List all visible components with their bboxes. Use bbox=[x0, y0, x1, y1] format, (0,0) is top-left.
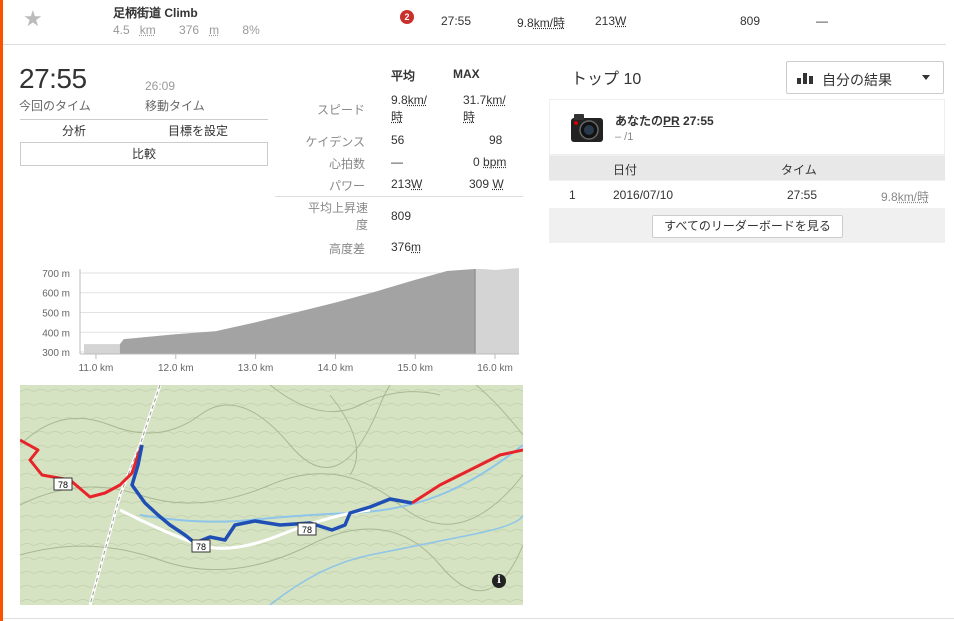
leaderboard-row[interactable]: 1 2016/07/10 27:55 9.8km/時 bbox=[549, 181, 945, 208]
stat-avg-hr: — bbox=[391, 155, 403, 169]
segment-row[interactable]: ★ 足柄街道 Climb 4.5 km 376 m 8% 2 27:55 9.8km… bbox=[3, 0, 946, 45]
stat-avg-speed: 9.8km/時 bbox=[391, 93, 428, 124]
stat-label-hr: 心拍数 bbox=[328, 157, 365, 171]
stats-head-avg: 平均 bbox=[391, 69, 416, 83]
segment-power: 213W bbox=[595, 14, 627, 28]
road-sign-78: 78 bbox=[58, 480, 68, 490]
stat-elev: 376m bbox=[391, 240, 422, 254]
stat-label-elev: 高度差 bbox=[328, 242, 365, 256]
y-tick-label: 600 m bbox=[42, 289, 70, 300]
y-tick-label: 300 m bbox=[42, 348, 70, 359]
view-all-leaderboards-button[interactable]: すべてのリーダーボードを見る bbox=[652, 215, 843, 238]
segment-time: 27:55 bbox=[441, 14, 472, 28]
moving-time-label: 移動タイム bbox=[145, 99, 205, 113]
segment-speed: 9.8km/時 bbox=[517, 16, 566, 30]
row-time: 27:55 bbox=[787, 188, 818, 202]
stat-label-speed: スピード bbox=[316, 103, 365, 117]
map-canvas[interactable]: 78 78 78 bbox=[20, 385, 523, 605]
row-speed: 9.8km/時 bbox=[881, 190, 930, 204]
segment-map[interactable]: 78 78 78 i bbox=[20, 385, 523, 605]
stat-max-cadence: 98 bbox=[489, 133, 503, 147]
bar-chart-icon bbox=[797, 73, 813, 84]
leaderboard-filter-dropdown[interactable]: 自分の結果 bbox=[786, 61, 944, 94]
segment-vam: 809 bbox=[740, 14, 761, 28]
star-icon[interactable]: ★ bbox=[23, 6, 43, 32]
leaderboard-header: 日付 タイム bbox=[549, 156, 945, 180]
segment-summary: 4.5 km 376 m 8% bbox=[113, 23, 270, 37]
elevation-chart[interactable]: 700 m 600 m 500 m 400 m 300 m 11.0 km 12.0 km 1… bbox=[20, 265, 523, 377]
segment-hr: — bbox=[816, 14, 828, 28]
road-sign-78-c: 78 bbox=[302, 525, 312, 535]
x-tick-label: 12.0 km bbox=[158, 363, 194, 374]
y-tick-label: 400 m bbox=[42, 328, 70, 339]
stat-vam: 809 bbox=[391, 209, 412, 223]
col-time: タイム bbox=[781, 163, 817, 177]
y-tick-label: 500 m bbox=[42, 308, 70, 319]
segment-name[interactable]: 足柄街道 Climb bbox=[113, 4, 198, 21]
stat-label-power: パワー bbox=[328, 179, 365, 193]
stat-label-cadence: ケイデンス bbox=[305, 135, 365, 149]
elapsed-time: 27:55 bbox=[19, 63, 87, 94]
elapsed-time-label: 今回のタイム bbox=[19, 99, 91, 113]
analysis-button[interactable]: 分析 bbox=[20, 119, 128, 141]
page-divider bbox=[3, 618, 954, 619]
x-tick-label: 16.0 km bbox=[477, 363, 513, 374]
x-tick-label: 15.0 km bbox=[397, 363, 433, 374]
selected-row-indicator bbox=[0, 0, 3, 621]
elevation-area-segment bbox=[119, 269, 476, 354]
stat-label-vam: 平均上昇速度 bbox=[307, 201, 368, 232]
road-sign-78-b: 78 bbox=[196, 542, 206, 552]
segment-effort-page: ★ 足柄街道 Climb 4.5 km 376 m 8% 2 27:55 9.8km… bbox=[0, 0, 954, 621]
row-rank: 1 bbox=[569, 188, 576, 202]
col-date: 日付 bbox=[613, 163, 638, 177]
pr-subtitle: – /1 bbox=[615, 131, 634, 143]
compare-button[interactable]: 比較 bbox=[20, 142, 268, 166]
top10-title: トップ 10 bbox=[571, 71, 642, 88]
stat-max-speed: 31.7km/時 bbox=[463, 93, 506, 124]
stats-divider bbox=[275, 196, 523, 197]
pr-summary: あなたのPR 27:55 – /1 bbox=[549, 99, 945, 155]
y-tick-label: 700 m bbox=[42, 269, 70, 280]
chevron-down-icon bbox=[922, 75, 930, 80]
camera-avatar-icon[interactable] bbox=[570, 112, 604, 144]
segment-distance: 4.5 bbox=[113, 23, 130, 37]
segment-elev-gain: 376 bbox=[179, 23, 200, 37]
stat-avg-cadence: 56 bbox=[391, 133, 405, 147]
info-icon[interactable]: i bbox=[492, 574, 506, 588]
segment-grade: 8% bbox=[242, 23, 260, 37]
moving-time: 26:09 bbox=[145, 79, 176, 93]
stat-avg-power: 213W bbox=[391, 177, 423, 191]
distance-unit: km bbox=[139, 23, 156, 37]
stat-max-hr: 0 bpm bbox=[473, 155, 507, 169]
rank-badge: 2 bbox=[400, 10, 414, 24]
pr-title: あなたのPR 27:55 bbox=[615, 114, 714, 128]
x-tick-label: 11.0 km bbox=[79, 363, 114, 374]
stat-max-power: 309 W bbox=[469, 177, 504, 191]
set-goal-button[interactable]: 目標を設定 bbox=[128, 119, 268, 141]
stats-head-max: MAX bbox=[453, 67, 480, 81]
elev-unit: m bbox=[209, 23, 220, 37]
effort-actions: 分析 目標を設定 比較 bbox=[20, 119, 268, 166]
row-date[interactable]: 2016/07/10 bbox=[613, 188, 673, 202]
leaderboard-panel: あなたのPR 27:55 – /1 日付 タイム 1 2016/07/10 27… bbox=[549, 99, 945, 243]
x-tick-label: 14.0 km bbox=[318, 363, 354, 374]
dropdown-label: 自分の結果 bbox=[822, 72, 892, 88]
x-tick-label: 13.0 km bbox=[238, 363, 274, 374]
